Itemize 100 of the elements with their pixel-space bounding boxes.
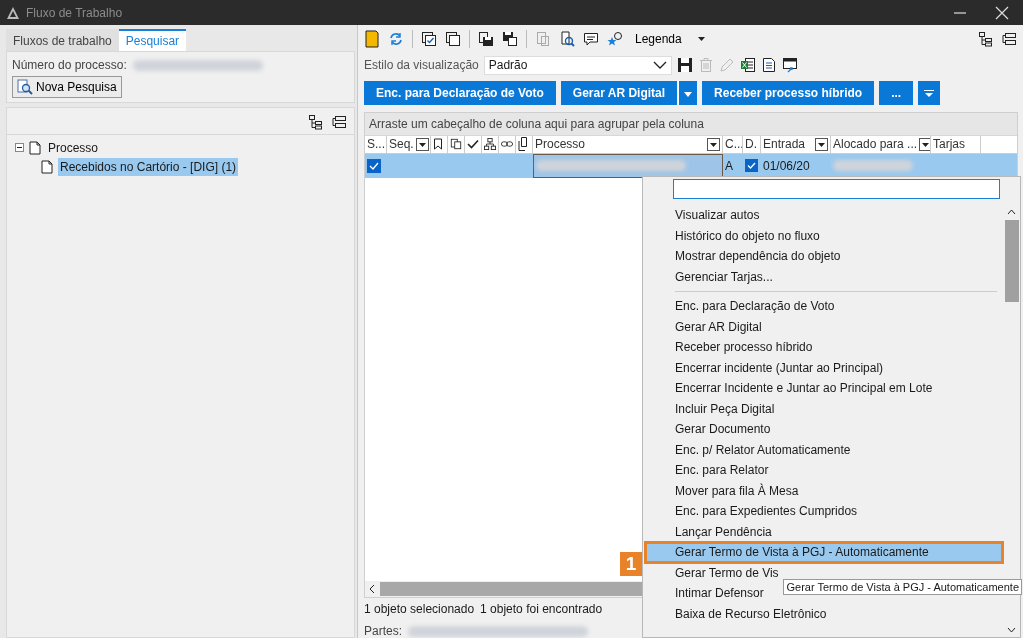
save-copy-icon[interactable] [502,30,518,47]
filter-dropdown-icon[interactable] [919,137,930,151]
scrollbar-thumb[interactable] [1004,220,1019,302]
menu-item[interactable]: Baixa de Recurso Eletrônico [645,603,1003,624]
tree-item[interactable]: Recebidos no Cartório - [DIG] (1) [58,157,239,176]
step-badge: 1 [620,552,642,576]
scrollbar-thumb[interactable] [380,582,643,597]
action-button[interactable]: Enc. para Declaração de Voto [364,80,556,105]
column-title: Seq. [389,137,414,152]
column-title: Entrada [763,137,806,152]
save-copy-icon[interactable] [478,30,494,47]
search-document-icon[interactable] [559,30,575,47]
check-icon [467,139,479,150]
split-dropdown-button[interactable] [678,80,698,105]
column-header[interactable]: C... [723,135,743,153]
status-text: 1 objeto selecionado [364,602,475,618]
menu-search-field[interactable] [673,179,1000,199]
field-label: Partes: [364,624,402,638]
folder-icon[interactable] [364,29,380,48]
column-header[interactable] [499,135,516,153]
column-header[interactable] [465,135,482,153]
column-header[interactable]: Processo [533,135,723,153]
menu-item[interactable]: Gerar Documento [645,419,1003,440]
window-title: Fluxo de Trabalho [26,5,123,20]
column-header[interactable]: Entrada [761,135,831,153]
column-header[interactable]: Tarjas [931,135,981,153]
scroll-down-icon[interactable] [1007,627,1016,633]
menu-item[interactable]: Gerenciar Tarjas... [645,266,1003,287]
new-search-button[interactable]: Nova Pesquisa [12,76,122,98]
field-label: Estilo da visualização [364,58,479,73]
document-icon [41,159,53,174]
copy-icon[interactable] [445,30,461,47]
menu-item[interactable]: Lançar Pendência [645,521,1003,542]
view-style-dropdown[interactable]: Padrão [483,55,672,75]
collapse-tree-icon[interactable] [332,114,348,130]
column-header[interactable] [516,135,533,153]
window-export-icon[interactable] [781,57,798,74]
document-icon [518,137,530,152]
collapse-tree-icon[interactable] [1002,30,1018,47]
menu-item[interactable]: Enc. p/ Relator Automaticamente [645,439,1003,460]
cell-checkbox[interactable] [745,159,758,173]
tab[interactable]: Fluxos de trabalho [6,29,119,51]
tree-item[interactable]: Processo [46,138,101,157]
scroll-left-icon[interactable] [368,584,376,595]
menu-item[interactable]: Enc. para Declaração de Voto [645,296,1003,317]
row-checkbox[interactable] [367,158,381,173]
column-title: Processo [535,137,586,152]
select-all-icon[interactable] [421,30,437,47]
menu-item[interactable]: Mostrar dependência do objeto [645,246,1003,267]
menu-item[interactable]: Enc. para Relator [645,460,1003,481]
document-list-icon[interactable] [760,57,777,74]
menu-item[interactable]: Gerar Termo de Vista à PGJ - Automaticamente [645,542,1003,563]
filter-dropdown-icon[interactable] [815,137,828,151]
column-header[interactable] [431,135,448,153]
menu-item[interactable]: Encerrar incidente (Juntar ao Principal) [645,357,1003,378]
bookmark-icon [433,138,443,151]
tooltip: Gerar Termo de Vista à PGJ - Automaticamente [783,579,1022,595]
menu-item[interactable]: Enc. para Expedientes Cumpridos [645,501,1003,522]
column-header[interactable]: Seq. [387,135,431,153]
menu-item[interactable]: Encerrar Incidente e Juntar ao Principal em Lote [645,378,1003,399]
comment-icon[interactable] [583,30,599,47]
legend-dropdown[interactable]: Legenda [635,31,705,46]
grid-row[interactable]: A 01/06/20 [365,153,1017,178]
table-cell: 01/06/20 [763,158,810,173]
caret-icon [924,89,935,97]
star-pin-icon[interactable] [607,30,623,47]
menu-item[interactable]: Visualizar autos [645,205,1003,226]
menu-item[interactable]: Histórico do objeto no fluxo [645,225,1003,246]
expand-tree-icon[interactable] [308,114,324,130]
caret-icon [697,36,705,41]
column-header[interactable] [482,135,499,153]
horizontal-scrollbar[interactable] [365,581,643,598]
menu-item[interactable]: Incluir Peça Digital [645,398,1003,419]
column-header[interactable]: D. [743,135,761,153]
action-button[interactable]: Gerar AR Digital [560,80,678,105]
menu-item[interactable]: Receber processo híbrido [645,337,1003,358]
scroll-up-icon[interactable] [1007,209,1016,215]
caret-icon [684,91,693,97]
app-logo-icon [6,5,20,20]
column-header[interactable] [448,135,465,153]
filter-dropdown-icon[interactable] [707,137,720,151]
status-text: 1 objeto foi encontrado [480,602,603,618]
refresh-icon[interactable] [388,30,404,47]
action-button[interactable]: ... [879,80,914,105]
filter-dropdown-icon[interactable] [415,137,429,151]
save-icon[interactable] [676,57,693,74]
tree-toggle-icon[interactable] [15,143,24,152]
tab[interactable]: Pesquisar [118,29,187,51]
expand-tree-icon[interactable] [978,30,994,47]
column-title: Tarjas [933,137,965,152]
close-icon[interactable] [995,5,1009,20]
column-header[interactable]: S... [365,135,387,153]
overflow-menu-button[interactable] [918,80,941,105]
link-icon [501,139,513,150]
column-header[interactable]: Alocado para ... [831,135,931,153]
menu-item[interactable]: Gerar AR Digital [645,316,1003,337]
spreadsheet-export-icon[interactable] [739,57,756,74]
group-hint: Arraste um cabeçalho de coluna aqui para agrupar pela coluna [369,116,704,131]
menu-item[interactable]: Mover para fila À Mesa [645,480,1003,501]
action-button[interactable]: Receber processo híbrido [702,80,875,105]
